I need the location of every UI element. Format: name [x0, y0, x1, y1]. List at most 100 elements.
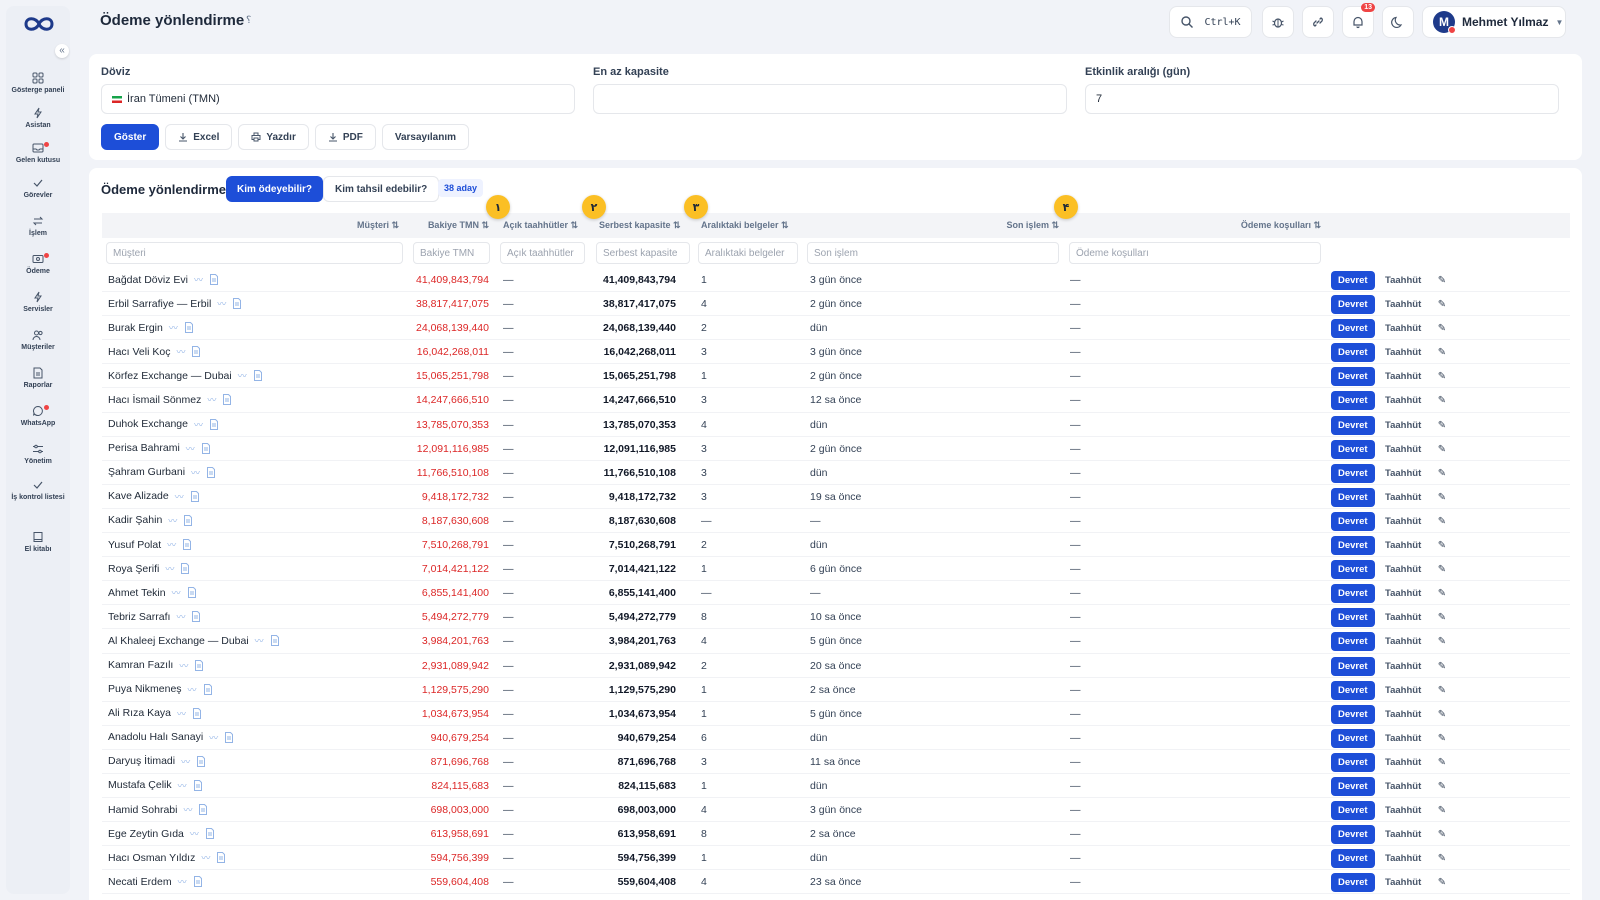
customer-name[interactable]: Kadir Şahin	[108, 514, 162, 526]
transfer-button[interactable]: Devret	[1331, 776, 1375, 796]
transfer-button[interactable]: Devret	[1331, 752, 1375, 772]
transfer-button[interactable]: Devret	[1331, 487, 1375, 507]
header-free-capacity[interactable]: Serbest kapasite ⇅	[599, 220, 681, 231]
document-icon[interactable]	[198, 804, 208, 816]
filter-docs-in-range[interactable]: Aralıktaki belgeler	[698, 242, 798, 264]
transfer-button[interactable]: Devret	[1331, 463, 1375, 483]
transfer-button[interactable]: Devret	[1331, 728, 1375, 748]
filter-open-commitments[interactable]: Açık taahhütler	[500, 242, 585, 264]
document-icon[interactable]	[184, 322, 194, 334]
filter-payment-terms[interactable]: Ödeme koşulları	[1069, 242, 1321, 264]
activity-range-input[interactable]: 7	[1085, 84, 1559, 114]
edit-icon[interactable]: ✎	[1428, 367, 1456, 386]
document-icon[interactable]	[203, 683, 213, 695]
transfer-button[interactable]: Devret	[1331, 704, 1375, 724]
print-button[interactable]: Yazdır	[238, 124, 309, 150]
activity-icon[interactable]: 〰	[194, 418, 203, 431]
edit-icon[interactable]: ✎	[1428, 608, 1456, 627]
activity-icon[interactable]: 〰	[183, 803, 192, 816]
commit-button[interactable]: Taahhüt	[1385, 801, 1421, 820]
activity-icon[interactable]: 〰	[169, 321, 178, 334]
document-icon[interactable]	[192, 707, 202, 719]
filter-free-capacity[interactable]: Serbest kapasite	[596, 242, 690, 264]
edit-icon[interactable]: ✎	[1428, 512, 1456, 531]
transfer-button[interactable]: Devret	[1331, 391, 1375, 411]
commit-button[interactable]: Taahhüt	[1385, 825, 1421, 844]
commit-button[interactable]: Taahhüt	[1385, 488, 1421, 507]
search-button[interactable]: Ctrl+K	[1169, 6, 1252, 38]
excel-button[interactable]: Excel	[165, 124, 233, 150]
header-payment-terms[interactable]: Ödeme koşulları ⇅	[1241, 220, 1321, 231]
document-icon[interactable]	[190, 490, 200, 502]
activity-icon[interactable]: 〰	[238, 369, 247, 382]
sidebar-item[interactable]: İş kontrol listesi	[6, 479, 70, 501]
commit-button[interactable]: Taahhüt	[1385, 343, 1421, 362]
document-icon[interactable]	[193, 779, 203, 791]
customer-name[interactable]: Şahram Gurbani	[108, 466, 185, 478]
activity-icon[interactable]: 〰	[186, 442, 195, 455]
document-icon[interactable]	[194, 659, 204, 671]
customer-name[interactable]: Anadolu Halı Sanayi	[108, 731, 203, 743]
document-icon[interactable]	[191, 611, 201, 623]
tab-who-can-collect[interactable]: Kim tahsil edebilir?	[323, 176, 440, 202]
customer-name[interactable]: Kamran Fazılı	[108, 659, 173, 671]
sidebar-item[interactable]: Servisler	[6, 291, 70, 313]
customer-name[interactable]: Yusuf Polat	[108, 539, 161, 551]
activity-icon[interactable]: 〰	[181, 755, 190, 768]
commit-button[interactable]: Taahhüt	[1385, 705, 1421, 724]
edit-icon[interactable]: ✎	[1428, 536, 1456, 555]
activity-icon[interactable]: 〰	[207, 393, 216, 406]
transfer-button[interactable]: Devret	[1331, 367, 1375, 387]
activity-icon[interactable]: 〰	[176, 345, 185, 358]
transfer-button[interactable]: Devret	[1331, 632, 1375, 652]
edit-icon[interactable]: ✎	[1428, 295, 1456, 314]
sidebar-item[interactable]: Raporlar	[6, 367, 70, 389]
filter-last-transaction[interactable]: Son işlem	[807, 242, 1059, 264]
commit-button[interactable]: Taahhüt	[1385, 512, 1421, 531]
document-icon[interactable]	[209, 418, 219, 430]
transfer-button[interactable]: Devret	[1331, 295, 1375, 315]
commit-button[interactable]: Taahhüt	[1385, 440, 1421, 459]
commit-button[interactable]: Taahhüt	[1385, 416, 1421, 435]
document-icon[interactable]	[201, 442, 211, 454]
activity-icon[interactable]: 〰	[167, 538, 176, 551]
activity-icon[interactable]: 〰	[217, 297, 226, 310]
transfer-button[interactable]: Devret	[1331, 825, 1375, 845]
customer-name[interactable]: Tebriz Sarrafı	[108, 611, 170, 623]
commit-button[interactable]: Taahhüt	[1385, 271, 1421, 290]
activity-icon[interactable]: 〰	[194, 273, 203, 286]
activity-icon[interactable]: 〰	[255, 634, 264, 647]
document-icon[interactable]	[187, 587, 197, 599]
activity-icon[interactable]: 〰	[178, 779, 187, 792]
document-icon[interactable]	[224, 731, 234, 743]
debug-button[interactable]	[1262, 6, 1294, 38]
document-icon[interactable]	[232, 298, 242, 310]
activity-icon[interactable]: 〰	[188, 683, 197, 696]
edit-icon[interactable]: ✎	[1428, 584, 1456, 603]
commit-button[interactable]: Taahhüt	[1385, 295, 1421, 314]
document-icon[interactable]	[191, 346, 201, 358]
header-last-transaction[interactable]: Son işlem ⇅	[1006, 220, 1059, 231]
tab-who-can-pay[interactable]: Kim ödeyebilir?	[226, 176, 324, 202]
currency-select[interactable]: İran Tümeni (TMN)	[101, 84, 575, 114]
transfer-button[interactable]: Devret	[1331, 343, 1375, 363]
edit-icon[interactable]: ✎	[1428, 560, 1456, 579]
filter-balance[interactable]: Bakiye TMN	[413, 242, 490, 264]
customer-name[interactable]: Roya Şerifi	[108, 563, 159, 575]
edit-icon[interactable]: ✎	[1428, 729, 1456, 748]
customer-name[interactable]: Hacı Veli Koç	[108, 346, 170, 358]
edit-icon[interactable]: ✎	[1428, 440, 1456, 459]
help-icon[interactable]: ؟	[246, 15, 251, 26]
activity-icon[interactable]: 〰	[172, 586, 181, 599]
header-customer[interactable]: Müşteri ⇅	[357, 220, 399, 231]
app-logo[interactable]	[22, 12, 56, 36]
edit-icon[interactable]: ✎	[1428, 753, 1456, 772]
transfer-button[interactable]: Devret	[1331, 656, 1375, 676]
sidebar-item[interactable]: El kitabı	[6, 531, 70, 553]
sidebar-item[interactable]: Ödeme	[6, 253, 70, 275]
notifications-button[interactable]: 13	[1342, 3, 1375, 38]
customer-name[interactable]: Ege Zeytin Gıda	[108, 828, 184, 840]
activity-icon[interactable]: 〰	[209, 731, 218, 744]
customer-name[interactable]: Necati Erdem	[108, 876, 172, 888]
activity-icon[interactable]: 〰	[190, 827, 199, 840]
